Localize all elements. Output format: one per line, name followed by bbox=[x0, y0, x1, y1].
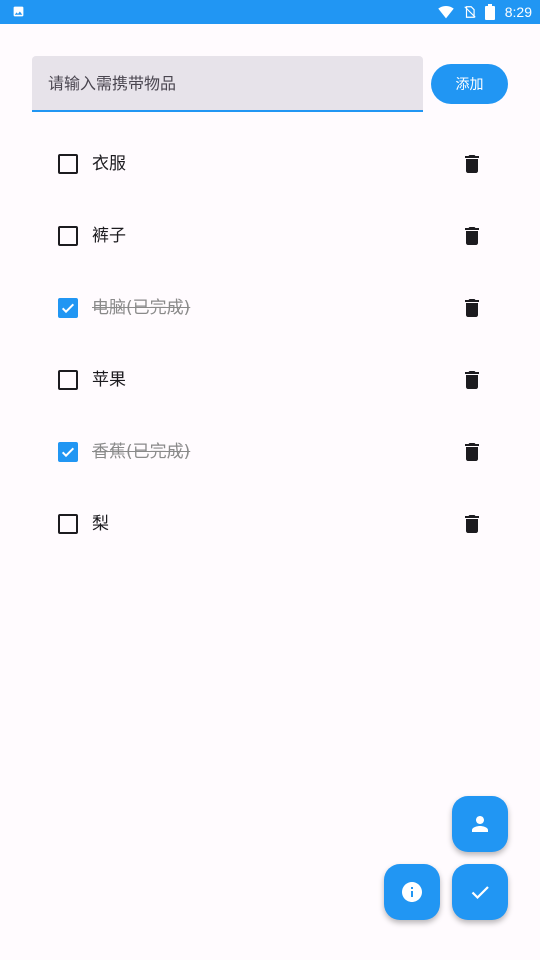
check-icon bbox=[471, 886, 489, 900]
item-list: 衣服 裤子 电脑(已完成) 苹果 香蕉(已完成) 梨 bbox=[0, 128, 540, 560]
delete-button[interactable] bbox=[460, 512, 484, 536]
item-label: 衣服 bbox=[92, 154, 126, 174]
image-icon bbox=[13, 6, 24, 17]
status-icons: 8:29 bbox=[437, 0, 532, 24]
item-checkbox[interactable] bbox=[58, 226, 78, 246]
status-time: 8:29 bbox=[504, 4, 532, 20]
list-item: 衣服 bbox=[0, 128, 540, 200]
item-checkbox[interactable] bbox=[58, 298, 78, 318]
info-fab[interactable] bbox=[384, 864, 440, 920]
item-checkbox[interactable] bbox=[58, 370, 78, 390]
item-input[interactable] bbox=[32, 56, 423, 112]
check-fab[interactable] bbox=[452, 864, 508, 920]
trash-icon bbox=[465, 155, 479, 173]
no-sim-icon bbox=[464, 6, 476, 18]
trash-icon bbox=[465, 371, 479, 389]
delete-button[interactable] bbox=[460, 152, 484, 176]
list-item: 电脑(已完成) bbox=[0, 272, 540, 344]
item-label: 梨 bbox=[92, 514, 109, 534]
delete-button[interactable] bbox=[460, 296, 484, 320]
battery-icon bbox=[484, 4, 495, 20]
trash-icon bbox=[465, 299, 479, 317]
info-icon bbox=[402, 882, 422, 902]
delete-button[interactable] bbox=[460, 224, 484, 248]
person-fab[interactable] bbox=[452, 796, 508, 852]
list-item: 裤子 bbox=[0, 200, 540, 272]
trash-icon bbox=[465, 443, 479, 461]
item-label: 香蕉(已完成) bbox=[92, 442, 191, 462]
list-item: 苹果 bbox=[0, 344, 540, 416]
delete-button[interactable] bbox=[460, 368, 484, 392]
status-bar: 8:29 bbox=[0, 0, 540, 24]
item-checkbox[interactable] bbox=[58, 514, 78, 534]
item-label: 苹果 bbox=[92, 370, 126, 390]
add-button[interactable]: 添加 bbox=[431, 64, 508, 104]
trash-icon bbox=[465, 227, 479, 245]
list-item: 梨 bbox=[0, 488, 540, 560]
add-item-row: 添加 bbox=[32, 56, 508, 112]
list-item: 香蕉(已完成) bbox=[0, 416, 540, 488]
delete-button[interactable] bbox=[460, 440, 484, 464]
item-checkbox[interactable] bbox=[58, 442, 78, 462]
item-checkbox[interactable] bbox=[58, 154, 78, 174]
person-icon bbox=[472, 816, 488, 832]
item-label: 电脑(已完成) bbox=[92, 298, 191, 318]
wifi-icon bbox=[438, 6, 454, 19]
item-label: 裤子 bbox=[92, 226, 126, 246]
trash-icon bbox=[465, 515, 479, 533]
